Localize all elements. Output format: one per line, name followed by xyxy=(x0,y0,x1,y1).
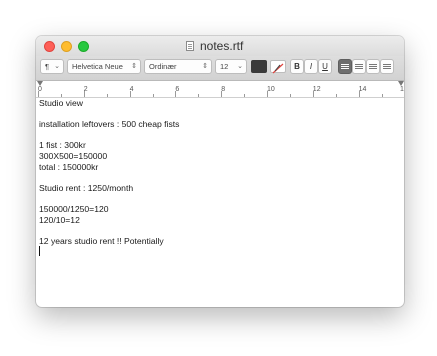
document-text[interactable]: Studio view installation leftovers : 500 … xyxy=(39,98,399,257)
text-line: 12 years studio rent !! Potentially xyxy=(39,235,164,246)
font-style-popup[interactable]: Ordinær ⇕ xyxy=(144,59,212,74)
ruler-tick xyxy=(381,94,383,97)
window-title: notes.rtf xyxy=(186,39,243,53)
document-icon xyxy=(186,41,194,51)
ruler-label: 6 xyxy=(175,86,180,93)
bold-button[interactable]: B xyxy=(290,59,304,74)
minimize-button[interactable] xyxy=(61,41,72,52)
ruler-tick xyxy=(198,94,200,97)
align-right-icon xyxy=(369,64,377,65)
ruler-label: 8 xyxy=(221,86,226,93)
text-line: 120/10=12 xyxy=(39,214,80,225)
text-caret xyxy=(39,246,40,257)
ruler-label: 10 xyxy=(267,86,275,93)
close-button[interactable] xyxy=(44,41,55,52)
updown-icon: ⇕ xyxy=(131,63,137,70)
text-line: 300X500=150000 xyxy=(39,150,108,161)
textedit-window: notes.rtf ¶ ⌄ Helvetica Neue ⇕ Ordinær ⇕… xyxy=(36,36,404,307)
text-line xyxy=(39,130,399,141)
ruler-label: 4 xyxy=(129,86,134,93)
align-center-icon xyxy=(355,64,363,65)
ruler-tick xyxy=(244,94,246,97)
ruler-tick xyxy=(60,94,62,97)
ruler-tick xyxy=(152,94,154,97)
format-toolbar: ¶ ⌄ Helvetica Neue ⇕ Ordinær ⇕ 12 ⌄ B I … xyxy=(36,56,404,81)
window-title-text: notes.rtf xyxy=(200,39,244,53)
justify-icon xyxy=(383,64,391,65)
font-style-value: Ordinær xyxy=(149,62,177,71)
ruler-tick xyxy=(106,94,108,97)
font-family-value: Helvetica Neue xyxy=(72,62,123,71)
zoom-button[interactable] xyxy=(78,41,89,52)
text-line xyxy=(39,193,399,204)
ruler-label: 14 xyxy=(358,86,367,93)
font-size-value: 12 xyxy=(220,62,229,71)
align-left-button[interactable] xyxy=(338,59,352,74)
italic-button[interactable]: I xyxy=(304,59,318,74)
ruler-label: 1 xyxy=(400,86,404,93)
highlight-color-well[interactable] xyxy=(270,60,286,74)
text-line xyxy=(39,172,399,183)
ruler-tick xyxy=(335,94,337,97)
text-line: installation leftovers : 500 cheap fists xyxy=(39,119,180,130)
updown-icon: ⇕ xyxy=(202,63,208,70)
paragraph-styles-popup[interactable]: ¶ ⌄ xyxy=(40,59,64,74)
title-bar[interactable]: notes.rtf xyxy=(36,36,404,56)
ruler-label: 0 xyxy=(38,86,42,93)
text-line xyxy=(39,109,399,120)
underline-button[interactable]: U xyxy=(318,59,332,74)
font-size-combo[interactable]: 12 ⌄ xyxy=(215,59,247,74)
no-color-icon xyxy=(272,63,284,74)
align-center-button[interactable] xyxy=(352,59,366,74)
ruler-label: 12 xyxy=(312,86,321,93)
text-line xyxy=(39,225,399,236)
font-family-popup[interactable]: Helvetica Neue ⇕ xyxy=(67,59,141,74)
text-color-well[interactable] xyxy=(251,60,267,73)
align-left-icon xyxy=(341,64,349,65)
align-right-button[interactable] xyxy=(366,59,380,74)
text-line: Studio view xyxy=(39,98,83,108)
ruler-tick xyxy=(289,94,291,97)
text-line: 150000/1250=120 xyxy=(39,203,109,214)
caret-line xyxy=(39,246,399,257)
text-line: total : 150000kr xyxy=(39,161,99,172)
ruler-label: 2 xyxy=(83,86,88,93)
ruler[interactable]: 0 2 4 6 8 10 12 14 1 xyxy=(36,81,404,98)
text-line: Studio rent : 1250/month xyxy=(39,182,134,193)
paragraph-label: ¶ xyxy=(45,62,50,71)
justify-button[interactable] xyxy=(380,59,394,74)
chevron-down-icon: ⌄ xyxy=(54,63,60,70)
chevron-down-icon: ⌄ xyxy=(237,63,243,70)
text-line: 1 fist : 300kr xyxy=(39,140,86,151)
